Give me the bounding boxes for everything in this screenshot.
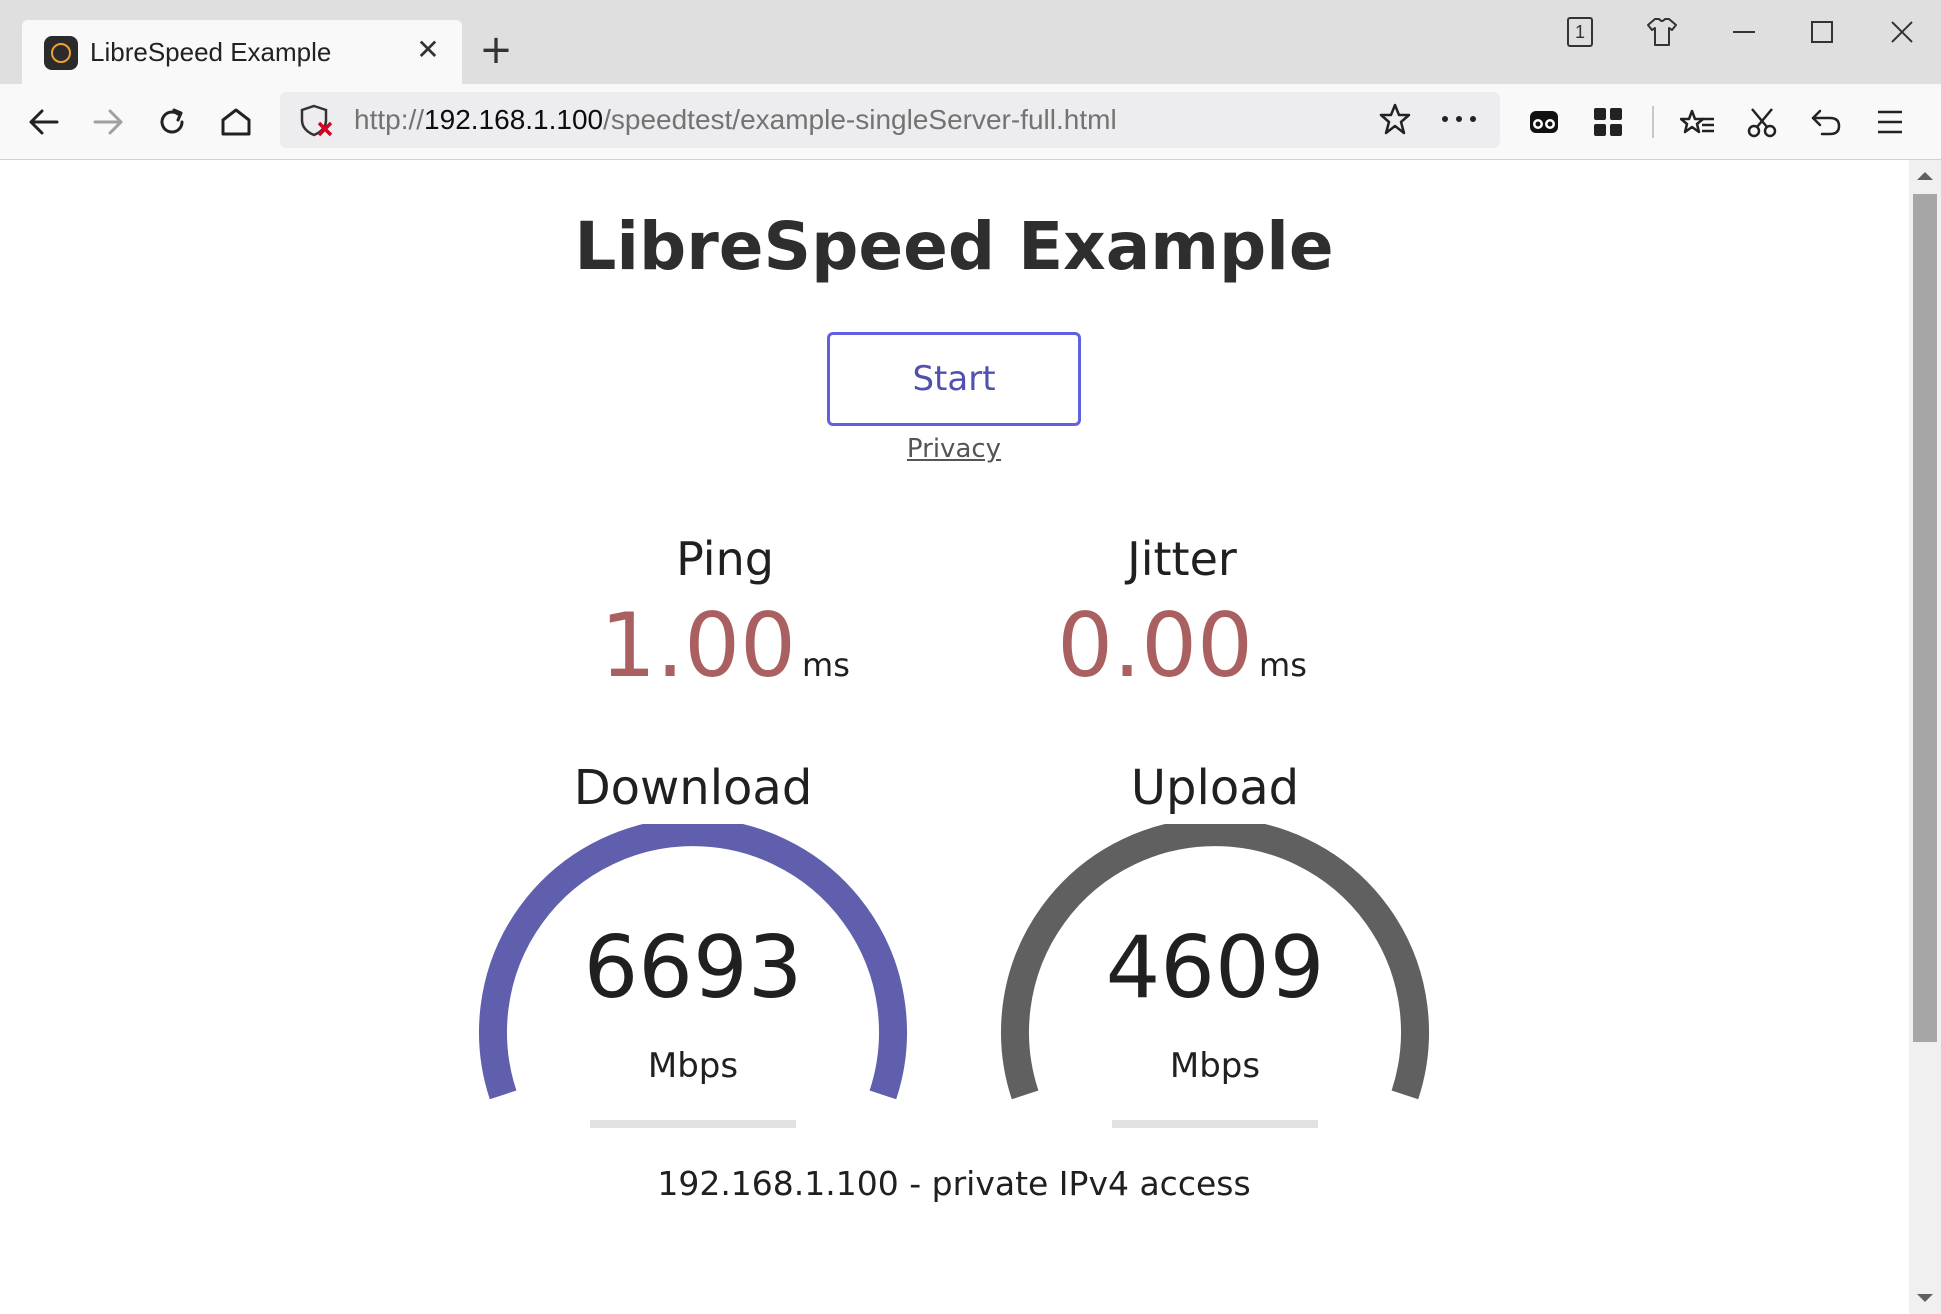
back-icon[interactable] [20, 98, 68, 146]
jitter-label: Jitter [1127, 532, 1237, 586]
download-unit: Mbps [647, 1046, 739, 1086]
forward-icon[interactable] [84, 98, 132, 146]
containers-icon[interactable]: 1 [1550, 10, 1610, 54]
home-icon[interactable] [212, 98, 260, 146]
url-text[interactable]: http://192.168.1.100/speedtest/example-s… [354, 104, 1117, 136]
menu-icon[interactable] [1866, 98, 1914, 146]
ip-info: 192.168.1.100 - private IPv4 access [657, 1164, 1251, 1203]
scroll-thumb[interactable] [1913, 194, 1937, 1042]
page-actions-icon[interactable] [1442, 102, 1476, 136]
ping-label: Ping [676, 532, 774, 586]
window-count-badge: 1 [1567, 17, 1593, 47]
vertical-scrollbar[interactable] [1909, 160, 1941, 1314]
download-value: 6693 [583, 918, 803, 1018]
bookmarks-list-icon[interactable] [1674, 98, 1722, 146]
tab-title: LibreSpeed Example [90, 37, 332, 67]
new-tab-icon[interactable]: + [476, 30, 516, 70]
page-content: LibreSpeed Example Start Privacy Ping 1.… [0, 160, 1908, 1314]
upload-unit: Mbps [1169, 1046, 1261, 1086]
jitter-metric: Jitter 0.00 ms [952, 532, 1412, 697]
page-title: LibreSpeed Example [574, 208, 1334, 285]
navigation-bar: http://192.168.1.100/speedtest/example-s… [0, 84, 1941, 160]
toolbar-divider [1652, 106, 1654, 138]
jitter-unit: ms [1259, 646, 1307, 684]
reload-icon[interactable] [148, 98, 196, 146]
jitter-value: 0.00 [1057, 594, 1254, 697]
extension-mask-icon[interactable] [1520, 98, 1568, 146]
close-window-icon[interactable] [1872, 10, 1932, 54]
close-tab-icon[interactable]: ✕ [412, 34, 444, 66]
upload-value: 4609 [1105, 918, 1325, 1018]
upload-gauge: Upload 4609 Mbps [935, 760, 1495, 1140]
tab-strip: LibreSpeed Example ✕ + 1 [0, 0, 1941, 84]
insecure-shield-icon[interactable] [300, 104, 334, 142]
scroll-up-icon[interactable] [1917, 172, 1933, 180]
undo-icon[interactable] [1802, 98, 1850, 146]
start-button[interactable]: Start [827, 332, 1081, 426]
ping-unit: ms [802, 646, 850, 684]
scroll-down-icon[interactable] [1917, 1294, 1933, 1302]
url-bar[interactable]: http://192.168.1.100/speedtest/example-s… [280, 92, 1500, 148]
download-progress-bar [590, 1120, 796, 1128]
browser-tab[interactable]: LibreSpeed Example ✕ [22, 20, 462, 84]
scissors-icon[interactable] [1738, 98, 1786, 146]
ping-metric: Ping 1.00 ms [495, 532, 955, 697]
privacy-link[interactable]: Privacy [0, 434, 1908, 464]
download-gauge: Download 6693 Mbps [413, 760, 973, 1140]
favicon-icon [44, 36, 78, 70]
shirt-icon[interactable] [1632, 10, 1692, 54]
maximize-icon[interactable] [1792, 10, 1852, 54]
upload-label: Upload [1130, 760, 1300, 816]
download-label: Download [573, 760, 813, 816]
minimize-icon[interactable] [1714, 10, 1774, 54]
upload-progress-bar [1112, 1120, 1318, 1128]
grid-apps-icon[interactable] [1584, 98, 1632, 146]
ping-value: 1.00 [600, 594, 797, 697]
bookmark-star-icon[interactable] [1378, 102, 1412, 140]
